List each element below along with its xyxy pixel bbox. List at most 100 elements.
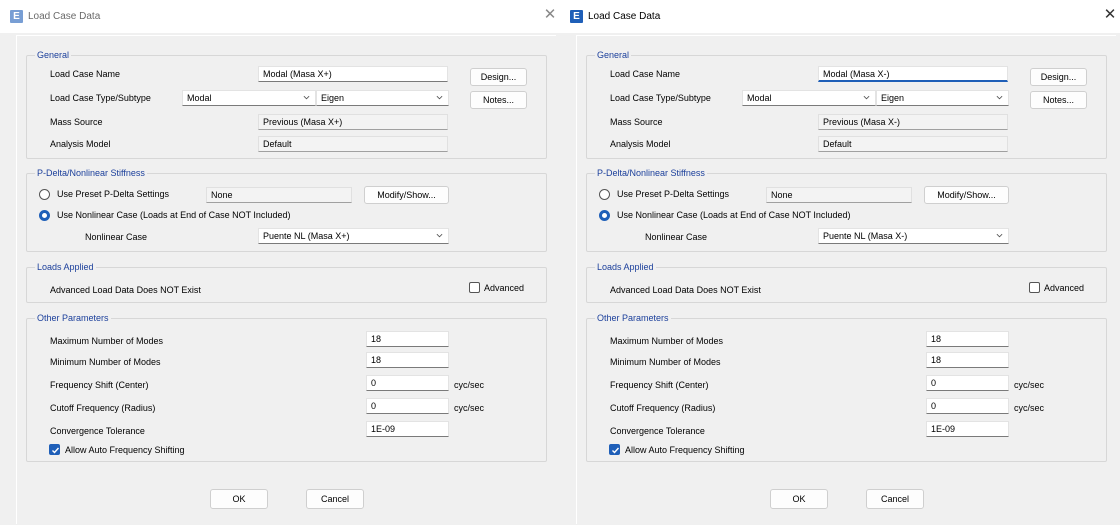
load-case-name-input[interactable]: Modal (Masa X+)	[258, 66, 448, 82]
selected-value: Puente NL (Masa X-)	[823, 231, 908, 241]
cutoff-frequency-input[interactable]: 0	[366, 398, 449, 414]
frequency-shift-input[interactable]: 0	[926, 375, 1009, 391]
chevron-down-icon	[303, 95, 310, 100]
auto-frequency-shift-checkbox[interactable]	[49, 444, 60, 455]
cutoff-frequency-input[interactable]: 0	[926, 398, 1009, 414]
load-data-status: Advanced Load Data Does NOT Exist	[50, 285, 201, 295]
nonlinear-case-label: Nonlinear Case	[645, 232, 708, 242]
max-modes-input[interactable]: 18	[366, 331, 449, 347]
selected-value: Eigen	[881, 93, 905, 103]
frequency-shift-input[interactable]: 0	[366, 375, 449, 391]
design-button[interactable]: Design...	[1030, 68, 1087, 86]
cancel-button[interactable]: Cancel	[866, 489, 924, 509]
mass-source-label: Mass Source	[610, 117, 663, 127]
etabs-app-icon: E	[10, 10, 23, 23]
modify-show-button[interactable]: Modify/Show...	[924, 186, 1009, 204]
convergence-tolerance-label: Convergence Tolerance	[610, 426, 705, 436]
mass-source-label: Mass Source	[50, 117, 103, 127]
chevron-down-icon	[863, 95, 870, 100]
load-data-status: Advanced Load Data Does NOT Exist	[610, 285, 761, 295]
advanced-label[interactable]: Advanced	[1044, 283, 1084, 293]
analysis-model-label: Analysis Model	[610, 139, 671, 149]
cutoff-frequency-label: Cutoff Frequency (Radius)	[610, 403, 716, 413]
chevron-down-icon	[436, 95, 443, 100]
load-case-type-label[interactable]: Load Case Type/Subtype	[610, 93, 711, 103]
nonlinear-case-radio[interactable]	[39, 210, 50, 221]
modify-show-button[interactable]: Modify/Show...	[364, 186, 449, 204]
frequency-shift-label: Frequency Shift (Center)	[610, 380, 709, 390]
close-icon[interactable]: ✕	[542, 7, 558, 23]
nonlinear-case-radio[interactable]	[599, 210, 610, 221]
load-case-name-label: Load Case Name	[610, 69, 681, 79]
preset-pdelta-radio[interactable]	[39, 189, 50, 200]
max-modes-label: Maximum Number of Modes	[610, 336, 724, 346]
convergence-tolerance-input[interactable]: 1E-09	[366, 421, 449, 437]
group-title: General	[595, 50, 632, 60]
preset-pdelta-field: None	[206, 187, 352, 203]
load-case-type-select[interactable]: Modal	[182, 90, 316, 106]
advanced-checkbox[interactable]	[469, 282, 480, 293]
preset-pdelta-field: None	[766, 187, 912, 203]
title-bar: E Load Case Data ✕	[0, 0, 560, 33]
close-icon[interactable]: ✕	[1102, 7, 1118, 23]
chevron-down-icon	[436, 233, 443, 238]
window-title: Load Case Data	[588, 11, 661, 22]
min-modes-input[interactable]: 18	[366, 352, 449, 368]
title-bar: E Load Case Data ✕	[560, 0, 1120, 33]
design-button[interactable]: Design...	[470, 68, 527, 86]
preset-pdelta-label[interactable]: Use Preset P-Delta Settings	[617, 189, 729, 199]
nonlinear-case-select[interactable]: Puente NL (Masa X-)	[818, 228, 1009, 244]
ok-button[interactable]: OK	[210, 489, 268, 509]
analysis-model-label: Analysis Model	[50, 139, 111, 149]
selected-value: Modal	[747, 93, 772, 103]
load-case-type-select[interactable]: Modal	[742, 90, 876, 106]
selected-value: Modal	[187, 93, 212, 103]
group-title: Other Parameters	[595, 313, 671, 323]
auto-frequency-shift-checkbox[interactable]	[609, 444, 620, 455]
cutoff-frequency-unit: cyc/sec	[1014, 403, 1045, 413]
min-modes-label: Minimum Number of Modes	[50, 357, 161, 367]
load-case-dialog-left: E Load Case Data ✕ General Load Case Nam…	[0, 0, 560, 525]
analysis-model-field: Default	[258, 136, 448, 152]
chevron-down-icon	[996, 95, 1003, 100]
cancel-button[interactable]: Cancel	[306, 489, 364, 509]
checkmark-icon	[52, 447, 60, 454]
min-modes-input[interactable]: 18	[926, 352, 1009, 368]
group-title: General	[35, 50, 72, 60]
preset-pdelta-radio[interactable]	[599, 189, 610, 200]
mass-source-field: Previous (Masa X+)	[258, 114, 448, 130]
frequency-shift-unit: cyc/sec	[454, 380, 485, 390]
auto-frequency-shift-label[interactable]: Allow Auto Frequency Shifting	[625, 445, 745, 455]
cutoff-frequency-label: Cutoff Frequency (Radius)	[50, 403, 156, 413]
chevron-down-icon	[996, 233, 1003, 238]
nonlinear-case-option-label[interactable]: Use Nonlinear Case (Loads at End of Case…	[57, 210, 290, 220]
cutoff-frequency-unit: cyc/sec	[454, 403, 485, 413]
load-case-name-label: Load Case Name	[50, 69, 121, 79]
nonlinear-case-select[interactable]: Puente NL (Masa X+)	[258, 228, 449, 244]
advanced-label[interactable]: Advanced	[484, 283, 524, 293]
convergence-tolerance-input[interactable]: 1E-09	[926, 421, 1009, 437]
nonlinear-case-option-label[interactable]: Use Nonlinear Case (Loads at End of Case…	[617, 210, 850, 220]
load-case-subtype-select[interactable]: Eigen	[876, 90, 1009, 106]
max-modes-input[interactable]: 18	[926, 331, 1009, 347]
ok-button[interactable]: OK	[770, 489, 828, 509]
selected-value: Puente NL (Masa X+)	[263, 231, 350, 241]
etabs-app-icon: E	[570, 10, 583, 23]
load-case-type-label[interactable]: Load Case Type/Subtype	[50, 93, 151, 103]
checkmark-icon	[612, 447, 620, 454]
preset-pdelta-label[interactable]: Use Preset P-Delta Settings	[57, 189, 169, 199]
load-case-subtype-select[interactable]: Eigen	[316, 90, 449, 106]
advanced-checkbox[interactable]	[1029, 282, 1040, 293]
analysis-model-field: Default	[818, 136, 1008, 152]
nonlinear-case-label: Nonlinear Case	[85, 232, 148, 242]
load-case-dialog-right: E Load Case Data ✕ General Load Case Nam…	[560, 0, 1120, 525]
load-case-name-input[interactable]: Modal (Masa X-)	[818, 66, 1008, 82]
mass-source-field: Previous (Masa X-)	[818, 114, 1008, 130]
max-modes-label: Maximum Number of Modes	[50, 336, 164, 346]
auto-frequency-shift-label[interactable]: Allow Auto Frequency Shifting	[65, 445, 185, 455]
frequency-shift-unit: cyc/sec	[1014, 380, 1045, 390]
notes-button[interactable]: Notes...	[1030, 91, 1087, 109]
group-title: Loads Applied	[35, 262, 96, 272]
notes-button[interactable]: Notes...	[470, 91, 527, 109]
group-title: Loads Applied	[595, 262, 656, 272]
